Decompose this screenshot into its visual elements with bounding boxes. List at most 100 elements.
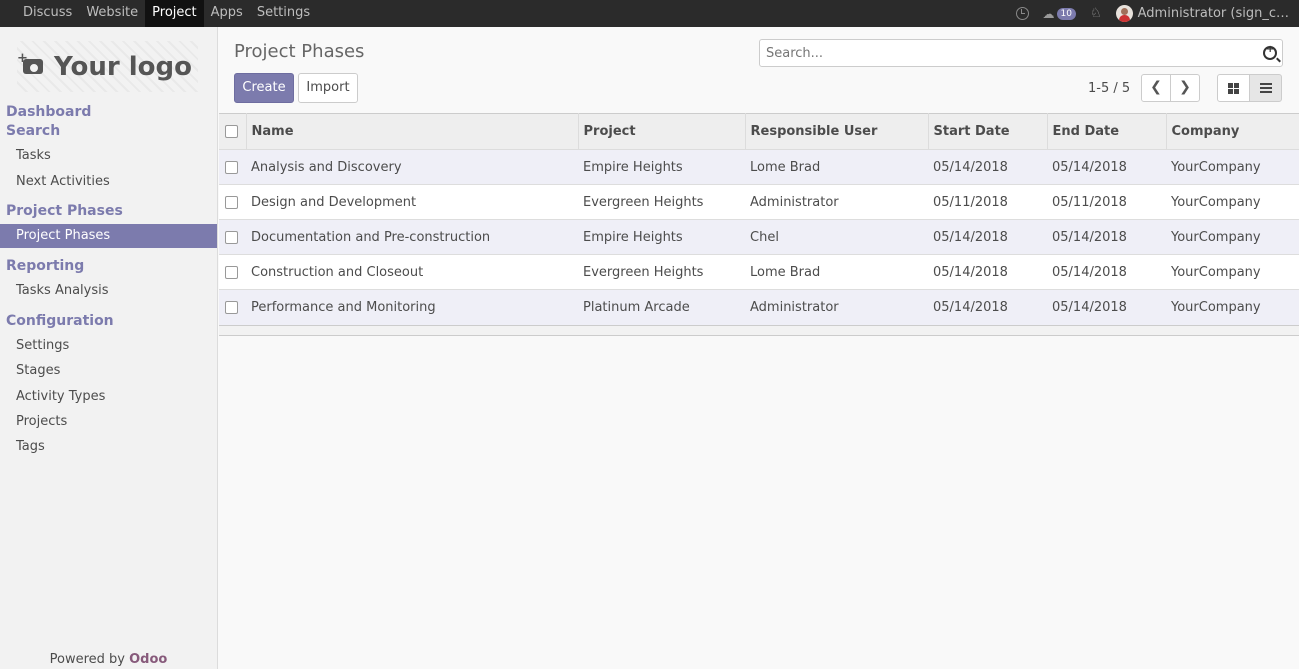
- chevron-right-icon: ❯: [1179, 79, 1191, 95]
- cell-name: Analysis and Discovery: [246, 149, 578, 185]
- cell-company: YourCompany: [1166, 254, 1299, 290]
- row-checkbox[interactable]: [225, 160, 238, 174]
- cell-name: Performance and Monitoring: [246, 289, 578, 325]
- row-checkbox[interactable]: [225, 195, 238, 209]
- sidebar-item-next-activities[interactable]: Next Activities: [0, 171, 217, 192]
- pager-next-button[interactable]: ❯: [1170, 74, 1200, 102]
- list-view: Name Project Responsible User Start Date…: [219, 113, 1299, 336]
- list-view-button[interactable]: [1249, 74, 1282, 102]
- cell-project: Platinum Arcade: [578, 289, 745, 325]
- kanban-view-button[interactable]: [1217, 74, 1250, 102]
- cell-end-date: 05/14/2018: [1047, 254, 1166, 290]
- sidebar-section-configuration[interactable]: Configuration: [6, 313, 114, 329]
- logo-text: Your logo: [54, 51, 192, 82]
- cell-name: Construction and Closeout: [246, 254, 578, 290]
- table-row[interactable]: Documentation and Pre-construction Empir…: [219, 219, 1299, 255]
- row-select-cell: [219, 289, 246, 325]
- cell-responsible-user: Administrator: [745, 184, 928, 220]
- table-row[interactable]: Design and Development Evergreen Heights…: [219, 184, 1299, 220]
- cell-name: Documentation and Pre-construction: [246, 219, 578, 255]
- column-header-end-date[interactable]: End Date: [1046, 113, 1167, 150]
- row-select-cell: [219, 184, 246, 220]
- row-checkbox[interactable]: [225, 300, 238, 314]
- activity-clock-icon[interactable]: [1015, 7, 1029, 20]
- sidebar: + Your logo Dashboard Search Tasks Next …: [0, 27, 218, 669]
- pager-value[interactable]: 1-5 / 5: [1088, 81, 1130, 96]
- cell-end-date: 05/14/2018: [1047, 289, 1166, 325]
- user-name: Administrator (sign_c…: [1137, 6, 1289, 21]
- cell-responsible-user: Lome Brad: [745, 149, 928, 185]
- odoo-link[interactable]: Odoo: [129, 652, 167, 667]
- sidebar-section-dashboard[interactable]: Dashboard: [6, 104, 91, 120]
- menu-project[interactable]: Project: [145, 0, 204, 27]
- powered-by: Powered by Odoo: [0, 652, 217, 667]
- sidebar-section-project-phases[interactable]: Project Phases: [6, 203, 123, 219]
- list-icon: [1259, 83, 1272, 93]
- top-navbar: Discuss Website Project Apps Settings ☁ …: [0, 0, 1299, 27]
- menu-apps[interactable]: Apps: [204, 0, 250, 27]
- cell-responsible-user: Lome Brad: [745, 254, 928, 290]
- row-checkbox[interactable]: [225, 230, 238, 244]
- create-button[interactable]: Create: [234, 73, 294, 103]
- chevron-left-icon: ❮: [1150, 79, 1162, 95]
- cell-start-date: 05/14/2018: [928, 149, 1047, 185]
- sidebar-item-activity-types[interactable]: Activity Types: [0, 386, 217, 407]
- table-footer: [219, 324, 1299, 336]
- systray: ☁ 10 ♘ Administrator (sign_c…: [1015, 0, 1299, 27]
- column-header-responsible-user[interactable]: Responsible User: [744, 113, 929, 150]
- records-table: Name Project Responsible User Start Date…: [219, 113, 1299, 325]
- sidebar-section-reporting[interactable]: Reporting: [6, 258, 84, 274]
- menu-discuss[interactable]: Discuss: [0, 0, 79, 27]
- pager-previous-button[interactable]: ❮: [1141, 74, 1171, 102]
- sidebar-item-projects[interactable]: Projects: [0, 411, 217, 432]
- column-header-company[interactable]: Company: [1165, 113, 1299, 150]
- company-logo[interactable]: + Your logo: [17, 41, 198, 92]
- import-button[interactable]: Import: [298, 73, 358, 103]
- user-menu[interactable]: Administrator (sign_c…: [1115, 5, 1299, 22]
- select-all-header: [219, 113, 247, 150]
- column-header-project[interactable]: Project: [577, 113, 746, 150]
- message-count-badge: 10: [1056, 7, 1076, 20]
- cell-project: Empire Heights: [578, 149, 745, 185]
- select-all-checkbox[interactable]: [225, 125, 238, 138]
- search-options-icon[interactable]: [1263, 44, 1277, 60]
- sidebar-section-search[interactable]: Search: [6, 123, 60, 139]
- cell-end-date: 05/11/2018: [1047, 184, 1166, 220]
- debug-bug-icon[interactable]: ♘: [1090, 6, 1102, 21]
- sidebar-item-settings[interactable]: Settings: [0, 335, 217, 356]
- menu-website[interactable]: Website: [79, 0, 145, 27]
- page-title: Project Phases: [234, 41, 365, 62]
- sidebar-item-project-phases[interactable]: Project Phases: [0, 224, 217, 248]
- cell-company: YourCompany: [1166, 184, 1299, 220]
- table-row[interactable]: Construction and Closeout Evergreen Heig…: [219, 254, 1299, 290]
- column-header-name[interactable]: Name: [245, 113, 579, 150]
- cell-responsible-user: Chel: [745, 219, 928, 255]
- sidebar-item-tasks-analysis[interactable]: Tasks Analysis: [0, 280, 217, 301]
- cell-name: Design and Development: [246, 184, 578, 220]
- sidebar-item-stages[interactable]: Stages: [0, 360, 217, 381]
- menu-settings[interactable]: Settings: [250, 0, 317, 27]
- cell-start-date: 05/14/2018: [928, 289, 1047, 325]
- cell-company: YourCompany: [1166, 219, 1299, 255]
- table-row[interactable]: Analysis and Discovery Empire Heights Lo…: [219, 149, 1299, 185]
- cell-company: YourCompany: [1166, 289, 1299, 325]
- table-row[interactable]: Performance and Monitoring Platinum Arca…: [219, 289, 1299, 325]
- sidebar-item-tasks[interactable]: Tasks: [0, 145, 217, 166]
- cell-responsible-user: Administrator: [745, 289, 928, 325]
- powered-by-label: Powered by: [49, 652, 125, 667]
- cell-project: Evergreen Heights: [578, 254, 745, 290]
- search-input[interactable]: [760, 40, 1240, 66]
- cell-project: Evergreen Heights: [578, 184, 745, 220]
- cell-start-date: 05/14/2018: [928, 254, 1047, 290]
- main-menu: Discuss Website Project Apps Settings: [0, 0, 317, 27]
- avatar: [1115, 5, 1133, 22]
- chat-bubble-icon: ☁: [1042, 6, 1055, 21]
- sidebar-item-tags[interactable]: Tags: [0, 436, 217, 457]
- cell-project: Empire Heights: [578, 219, 745, 255]
- column-header-start-date[interactable]: Start Date: [927, 113, 1048, 150]
- cell-end-date: 05/14/2018: [1047, 219, 1166, 255]
- row-select-cell: [219, 149, 246, 185]
- messaging-menu[interactable]: ☁ 10: [1043, 7, 1076, 21]
- row-checkbox[interactable]: [225, 265, 238, 279]
- kanban-grid-icon: [1228, 82, 1239, 94]
